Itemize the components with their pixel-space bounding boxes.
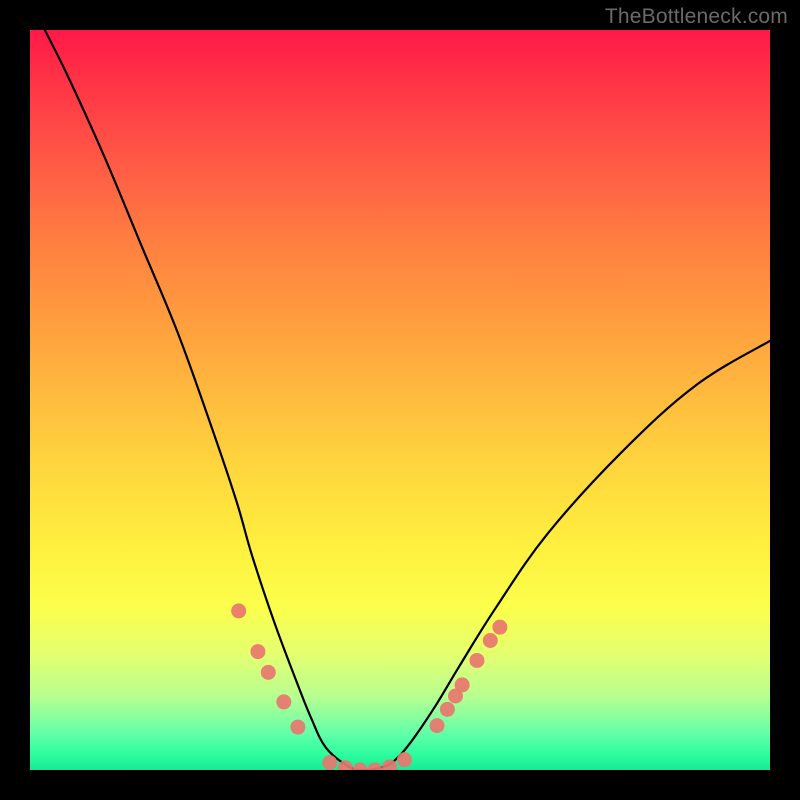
data-point [231,603,246,618]
curve-layer [45,30,770,770]
data-point [353,763,368,771]
data-point [455,677,470,692]
data-point [322,755,337,770]
data-point [469,653,484,668]
data-point [261,665,276,680]
chart-svg [30,30,770,770]
data-point [397,752,412,767]
watermark-text: TheBottleneck.com [605,5,788,29]
data-point [290,720,305,735]
chart-frame: TheBottleneck.com [0,0,800,800]
data-point [492,620,507,635]
data-point [367,763,382,771]
bottleneck-curve [45,30,770,770]
data-point [483,633,498,648]
data-point [276,694,291,709]
marker-layer [231,603,507,770]
data-point [430,718,445,733]
data-point [440,702,455,717]
data-point [250,644,265,659]
plot-area [30,30,770,770]
